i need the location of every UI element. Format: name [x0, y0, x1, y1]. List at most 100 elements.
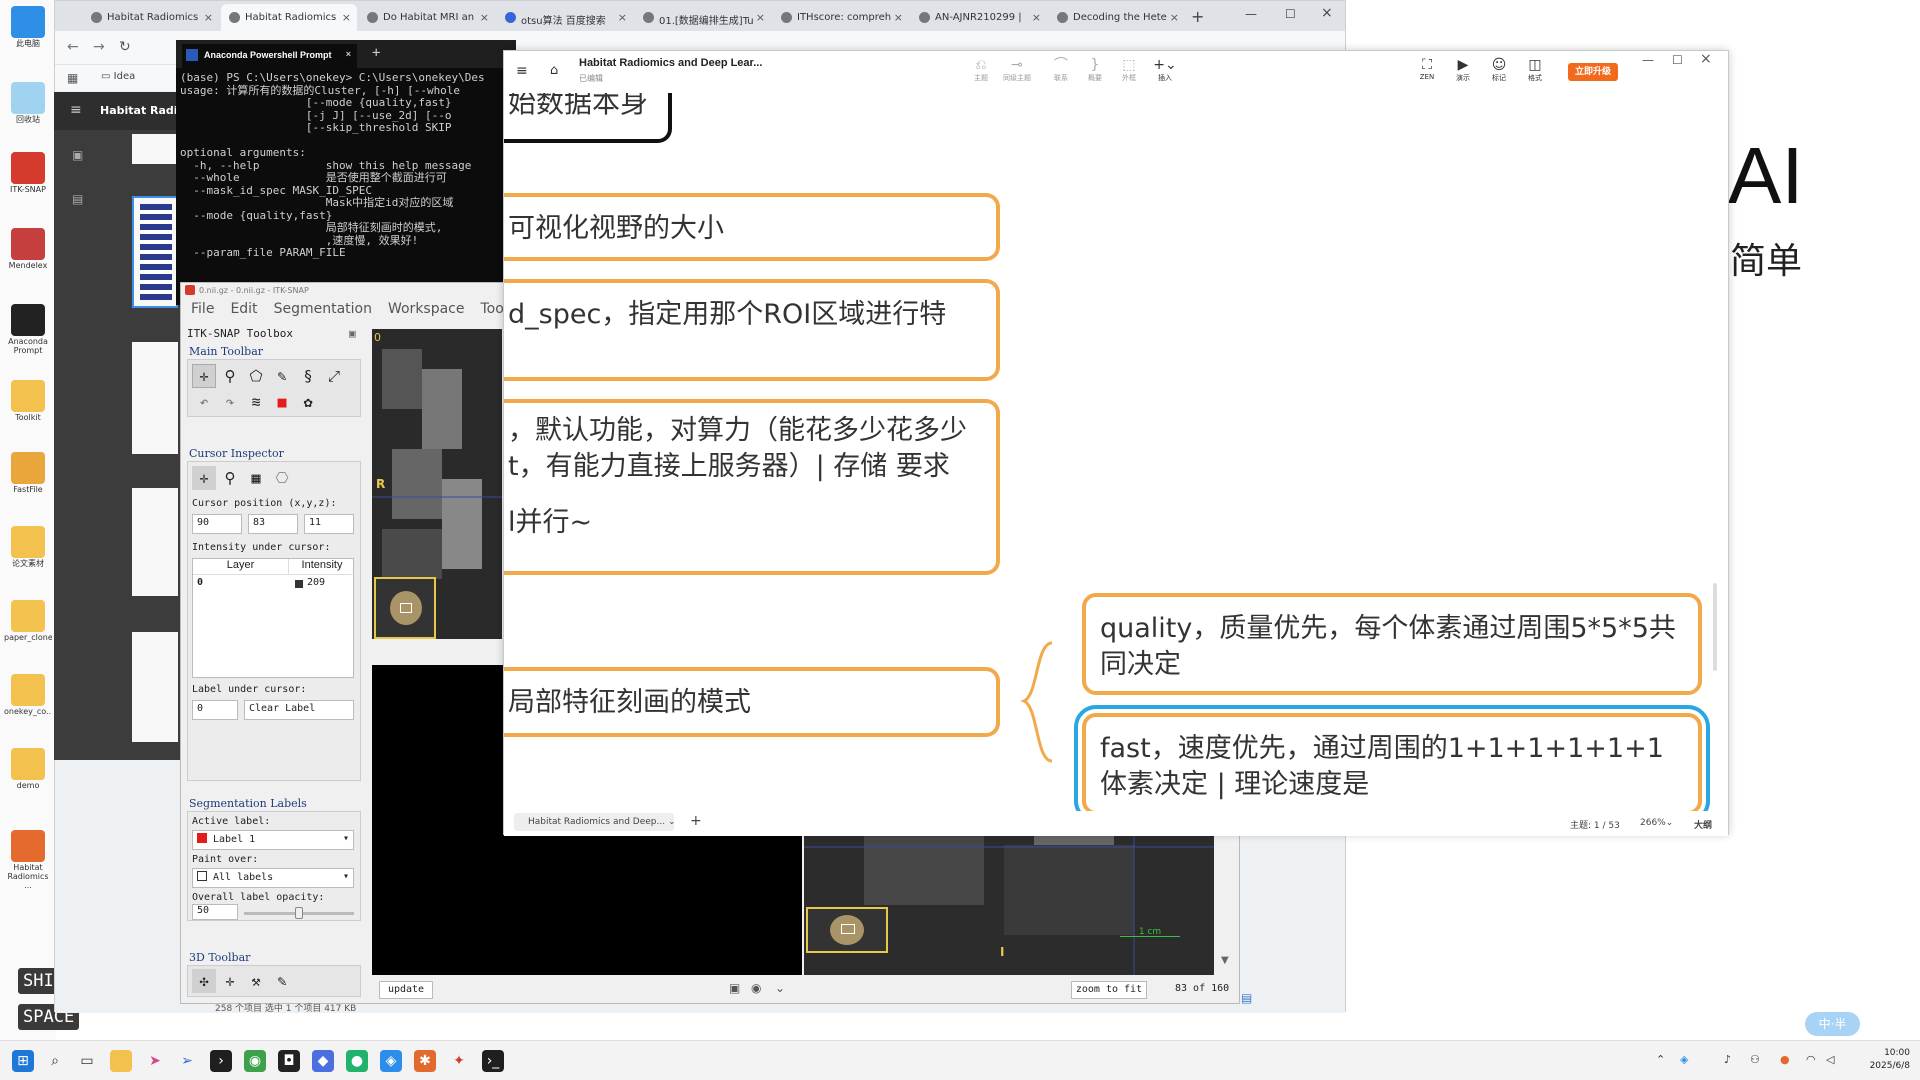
reload-icon[interactable]: ↻	[119, 39, 131, 55]
desktop-icon-paper-clone[interactable]: paper_clone	[4, 600, 52, 643]
chevron-down-icon[interactable]: ⌄	[775, 981, 785, 995]
viewer-thumbnail[interactable]	[374, 577, 436, 639]
label-color-icon[interactable]: ■	[270, 390, 294, 414]
desktop-icon-this-pc[interactable]: 此电脑	[4, 6, 52, 49]
desktop-icon-folder-materials[interactable]: 论文素材	[4, 526, 52, 569]
start-windows-icon[interactable]: ⊞	[12, 1050, 34, 1072]
search-icon[interactable]: ⌕	[44, 1050, 66, 1072]
snake-tool-icon[interactable]: §	[296, 364, 320, 388]
crosshair-tool-icon[interactable]: ✛	[192, 364, 216, 388]
app-green-icon[interactable]: ●	[346, 1050, 368, 1072]
tab-close-icon[interactable]: ×	[480, 11, 489, 24]
menu-segmentation[interactable]: Segmentation	[274, 301, 372, 317]
app-indigo-icon[interactable]: ◆	[312, 1050, 334, 1072]
app-pink-icon[interactable]: ➤	[144, 1050, 166, 1072]
menu-icon[interactable]: ≡	[70, 102, 82, 118]
page-thumbnail-selected[interactable]	[132, 196, 178, 308]
terminal-app-icon[interactable]: ›	[210, 1050, 232, 1072]
menu-icon[interactable]: ≡	[516, 63, 528, 79]
tray-chevron-up-icon[interactable]: ⌃	[1656, 1053, 1665, 1066]
details-view-icon[interactable]: ▤	[1241, 991, 1252, 1005]
desktop-icon-onekey[interactable]: onekey_co...	[4, 674, 52, 717]
topic-button[interactable]: ⎌ 主题	[964, 57, 998, 83]
add-sheet-icon[interactable]: +	[690, 813, 702, 829]
tab-close-icon[interactable]: ×	[1032, 11, 1041, 24]
browser-tab[interactable]: otsu算法 百度搜索 ×	[497, 4, 633, 31]
paintbrush-tool-icon[interactable]: ✎	[270, 364, 294, 388]
vertical-scrollbar[interactable]	[1713, 583, 1717, 671]
browser-tab[interactable]: Decoding the Hete ×	[1049, 4, 1185, 31]
layers-icon[interactable]: ≋	[244, 390, 268, 414]
itk-snap-app-icon[interactable]: ✦	[448, 1050, 470, 1072]
task-view-icon[interactable]: ▭	[76, 1050, 98, 1072]
wifi-icon[interactable]: ◠	[1806, 1053, 1816, 1066]
tab-close-icon[interactable]: ×	[1170, 11, 1179, 24]
axial-viewer[interactable]: 0 R	[372, 329, 502, 639]
tab-close-icon[interactable]: ×	[618, 11, 627, 24]
opacity-slider-handle[interactable]	[295, 907, 303, 919]
desktop-icon-demo[interactable]: demo	[4, 748, 52, 791]
browser-tab[interactable]: ITHscore: compreh ×	[773, 4, 909, 31]
browser-tab[interactable]: 01.[数据编排生成]Tu ×	[635, 4, 771, 31]
menu-file[interactable]: File	[191, 301, 214, 317]
sagittal-thumbnail[interactable]	[806, 907, 888, 953]
home-icon[interactable]: ⌂	[550, 63, 558, 78]
microphone-icon[interactable]: ♪	[1724, 1053, 1731, 1066]
mindmap-node-mode[interactable]: 局部特征刻画的模式	[504, 667, 1000, 737]
page-thumbnail[interactable]	[132, 342, 178, 454]
tray-orange-icon[interactable]: ●	[1780, 1053, 1790, 1066]
apps-grid-icon[interactable]: ▦	[67, 71, 78, 85]
app-cyan-icon[interactable]: ◈	[380, 1050, 402, 1072]
3d-crosshair-icon[interactable]: ✛	[218, 969, 242, 993]
tab-close-icon[interactable]: ×	[204, 11, 213, 24]
menu-edit[interactable]: Edit	[230, 301, 257, 317]
page-thumbnail[interactable]	[132, 488, 178, 596]
close-icon[interactable]: ×	[1321, 5, 1333, 21]
terminal-tab-close-icon[interactable]: ×	[346, 49, 351, 59]
browser-tab[interactable]: Do Habitat MRI an ×	[359, 4, 495, 31]
inspector-crosshair-icon[interactable]: ✛	[192, 466, 216, 490]
outline-button[interactable]: 大纲	[1694, 818, 1712, 831]
subtopic-button[interactable]: ⊸ 同级主题	[1000, 57, 1034, 83]
inspector-zoom-icon[interactable]: ⚲	[218, 466, 242, 490]
marker-button[interactable]: ☺ 标记	[1484, 57, 1514, 83]
zen-button[interactable]: ⛶ ZEN	[1412, 57, 1442, 81]
maximize-icon[interactable]: ☐	[1285, 7, 1296, 21]
desktop-icon-toolkit[interactable]: Toolkit	[4, 380, 52, 423]
outline-icon[interactable]: ▤	[72, 192, 83, 206]
clock[interactable]: 10:00 2025/6/8	[1870, 1047, 1910, 1073]
3d-rotate-icon[interactable]: ✣	[192, 969, 216, 993]
camera-icon[interactable]: ◉	[751, 981, 761, 995]
tray-app-icon[interactable]: ⚇	[1750, 1053, 1760, 1066]
app-blue-icon[interactable]: ➢	[176, 1050, 198, 1072]
boundary-button[interactable]: ⬚ 外框	[1112, 57, 1146, 83]
menu-workspace[interactable]: Workspace	[388, 301, 465, 317]
doc-tab[interactable]: Habitat Radiomics and Deep... ⌄	[514, 813, 676, 831]
terminal-output[interactable]: (base) PS C:\Users\onekey> C:\Users\onek…	[180, 72, 516, 260]
mindmap-node[interactable]: 可视化视野的大小	[504, 193, 1000, 261]
paint-over-select[interactable]: All labels ▾	[192, 868, 354, 888]
zoom-level[interactable]: 266%⌄	[1640, 818, 1673, 828]
opacity-field[interactable]: 50	[192, 904, 238, 920]
new-tab-icon[interactable]: +	[1191, 7, 1204, 26]
layout-icon[interactable]: ▣	[729, 981, 740, 995]
zoom-tool-icon[interactable]: ⚲	[218, 364, 242, 388]
minimize-icon[interactable]: —	[1642, 53, 1654, 67]
desktop-icon-anaconda-prompt[interactable]: Anaconda Prompt	[4, 304, 52, 356]
minimize-icon[interactable]: —	[1245, 7, 1257, 21]
desktop-icon-recycle-bin[interactable]: 回收站	[4, 82, 52, 125]
browser-tab-active[interactable]: Habitat Radiomics ×	[221, 4, 357, 31]
cursor-x-field[interactable]: 90	[192, 514, 242, 534]
new-terminal-tab-icon[interactable]: +	[372, 45, 380, 61]
cursor-z-field[interactable]: 11	[304, 514, 354, 534]
terminal-tab[interactable]: Anaconda Powershell Prompt ×	[182, 44, 357, 68]
3d-scalpel-icon[interactable]: ⚒	[244, 969, 268, 993]
tab-close-icon[interactable]: ×	[756, 11, 765, 24]
volume-icon[interactable]: ◁	[1826, 1053, 1834, 1066]
powershell-app-icon[interactable]: ›_	[482, 1050, 504, 1072]
scroll-down-icon[interactable]: ▼	[1221, 955, 1229, 966]
forward-icon[interactable]: →	[93, 39, 105, 55]
insert-button[interactable]: +⌄ 插入	[1148, 57, 1182, 83]
inspector-table-icon[interactable]: ▦	[244, 466, 268, 490]
chrome-icon[interactable]: ◉	[244, 1050, 266, 1072]
